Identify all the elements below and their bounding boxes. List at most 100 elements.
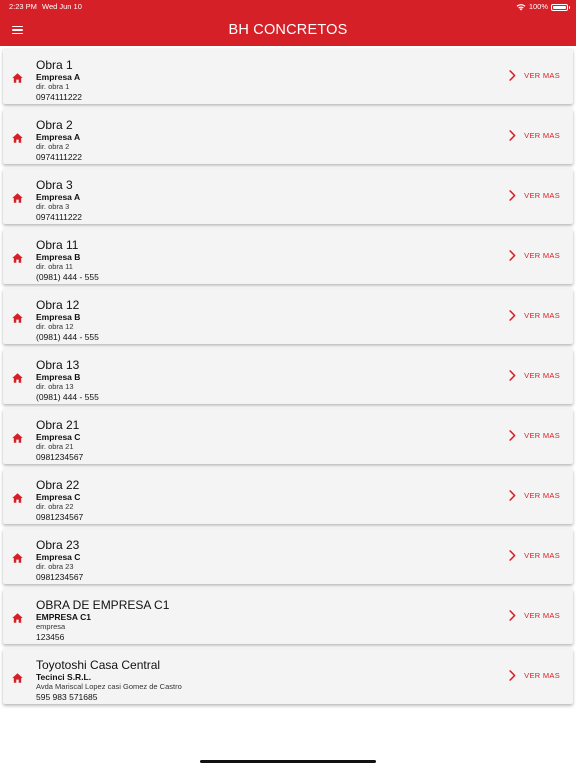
chevron-right-icon xyxy=(509,310,516,321)
chevron-right-icon xyxy=(509,190,516,201)
phone-number: 0981234567 xyxy=(36,512,84,522)
ver-mas-label: VER MAS xyxy=(524,491,560,500)
company-name: Empresa B xyxy=(36,312,81,322)
status-bar: 2:23 PM Wed Jun 10 100% xyxy=(0,0,576,14)
obra-title: Obra 13 xyxy=(36,358,80,372)
obra-address: dir. obra 22 xyxy=(36,502,74,511)
phone-number: 0981234567 xyxy=(36,572,84,582)
ver-mas-button[interactable]: VER MAS xyxy=(509,190,560,201)
list-item-obra[interactable]: Obra 12 Empresa B dir. obra 12 (0981) 44… xyxy=(3,289,573,344)
ver-mas-button[interactable]: VER MAS xyxy=(509,130,560,141)
list-item-text: Obra 23 Empresa C dir. obra 23 098123456… xyxy=(36,538,83,583)
chevron-right-icon xyxy=(509,490,516,501)
ver-mas-label: VER MAS xyxy=(524,71,560,80)
list-item-obra[interactable]: Obra 2 Empresa A dir. obra 2 0974111222 … xyxy=(3,109,573,164)
phone-number: 0974111222 xyxy=(36,92,83,102)
list-item-text: Obra 3 Empresa A dir. obra 3 0974111222 xyxy=(36,178,82,223)
list-item-obra[interactable]: OBRA DE EMPRESA C1 EMPRESA C1 empresa 12… xyxy=(3,589,573,644)
obra-address: dir. obra 3 xyxy=(36,202,70,211)
list-item-obra[interactable]: Obra 13 Empresa B dir. obra 13 (0981) 44… xyxy=(3,349,573,404)
ver-mas-button[interactable]: VER MAS xyxy=(509,550,560,561)
ver-mas-label: VER MAS xyxy=(524,431,560,440)
obra-title: Toyotoshi Casa Central xyxy=(36,658,161,672)
phone-number: 0974111222 xyxy=(36,212,83,222)
list-item-text: Toyotoshi Casa Central Tecinci S.R.L. Av… xyxy=(36,658,182,703)
company-name: Empresa A xyxy=(36,72,81,82)
phone-number: (0981) 444 - 555 xyxy=(36,392,99,402)
chevron-right-icon xyxy=(509,70,516,81)
list-item-obra[interactable]: Obra 3 Empresa A dir. obra 3 0974111222 … xyxy=(3,169,573,224)
phone-number: (0981) 444 - 555 xyxy=(36,272,99,282)
obra-title: Obra 2 xyxy=(36,118,73,132)
obra-address: dir. obra 1 xyxy=(36,82,70,91)
company-name: Empresa A xyxy=(36,132,81,142)
obra-title: Obra 21 xyxy=(36,418,80,432)
company-name: Empresa C xyxy=(36,492,81,502)
home-icon xyxy=(12,673,23,683)
app-header: 2:23 PM Wed Jun 10 100% BH CONCRETOS xyxy=(0,0,576,46)
company-name: Empresa C xyxy=(36,432,81,442)
list-item-text: OBRA DE EMPRESA C1 EMPRESA C1 empresa 12… xyxy=(36,598,169,643)
home-icon xyxy=(12,433,23,443)
home-icon xyxy=(12,133,23,143)
obra-title: Obra 23 xyxy=(36,538,80,552)
status-indicators: 100% xyxy=(516,0,570,14)
ver-mas-button[interactable]: VER MAS xyxy=(509,370,560,381)
home-icon xyxy=(12,193,23,203)
ver-mas-button[interactable]: VER MAS xyxy=(509,310,560,321)
ver-mas-button[interactable]: VER MAS xyxy=(509,670,560,681)
company-name: Empresa B xyxy=(36,372,81,382)
list-item-text: Obra 22 Empresa C dir. obra 22 098123456… xyxy=(36,478,83,523)
home-icon xyxy=(12,313,23,323)
home-indicator[interactable] xyxy=(200,760,376,763)
list-item-obra[interactable]: Obra 1 Empresa A dir. obra 1 0974111222 … xyxy=(3,49,573,104)
home-icon xyxy=(12,253,23,263)
home-icon xyxy=(12,373,23,383)
list-item-obra[interactable]: Obra 21 Empresa C dir. obra 21 098123456… xyxy=(3,409,573,464)
ver-mas-label: VER MAS xyxy=(524,671,560,680)
ver-mas-label: VER MAS xyxy=(524,131,560,140)
chevron-right-icon xyxy=(509,670,516,681)
obra-title: Obra 1 xyxy=(36,58,73,72)
list-item-text: Obra 12 Empresa B dir. obra 12 (0981) 44… xyxy=(36,298,99,343)
ver-mas-label: VER MAS xyxy=(524,311,560,320)
obra-address: dir. obra 11 xyxy=(36,262,73,271)
chevron-right-icon xyxy=(509,430,516,441)
ver-mas-button[interactable]: VER MAS xyxy=(509,250,560,261)
company-name: Empresa C xyxy=(36,552,81,562)
home-icon xyxy=(12,553,23,563)
list-item-text: Obra 1 Empresa A dir. obra 1 0974111222 xyxy=(36,58,82,103)
phone-number: 0981234567 xyxy=(36,452,84,462)
home-icon xyxy=(12,73,23,83)
list-item-obra[interactable]: Obra 22 Empresa C dir. obra 22 098123456… xyxy=(3,469,573,524)
list-item-text: Obra 13 Empresa B dir. obra 13 (0981) 44… xyxy=(36,358,99,403)
obra-address: dir. obra 2 xyxy=(36,142,70,151)
obra-title: Obra 11 xyxy=(36,238,79,252)
obra-address: empresa xyxy=(36,622,66,631)
ver-mas-label: VER MAS xyxy=(524,251,560,260)
obra-address: Avda Mariscal Lopez casi Gomez de Castro xyxy=(36,682,182,691)
list-item-obra[interactable]: Obra 11 Empresa B dir. obra 11 (0981) 44… xyxy=(3,229,573,284)
company-name: EMPRESA C1 xyxy=(36,612,91,622)
company-name: Empresa A xyxy=(36,192,81,202)
chevron-right-icon xyxy=(509,370,516,381)
ver-mas-button[interactable]: VER MAS xyxy=(509,430,560,441)
chevron-right-icon xyxy=(509,610,516,621)
ver-mas-button[interactable]: VER MAS xyxy=(509,490,560,501)
list-item-obra[interactable]: Obra 23 Empresa C dir. obra 23 098123456… xyxy=(3,529,573,584)
company-name: Tecinci S.R.L. xyxy=(36,672,92,682)
ver-mas-button[interactable]: VER MAS xyxy=(509,610,560,621)
ver-mas-label: VER MAS xyxy=(524,551,560,560)
ver-mas-label: VER MAS xyxy=(524,191,560,200)
obra-address: dir. obra 12 xyxy=(36,322,74,331)
ver-mas-button[interactable]: VER MAS xyxy=(509,70,560,81)
battery-icon xyxy=(551,3,570,11)
ver-mas-label: VER MAS xyxy=(524,371,560,380)
wifi-icon xyxy=(516,4,526,11)
phone-number: 0974111222 xyxy=(36,152,83,162)
phone-number: 595 983 571685 xyxy=(36,692,98,702)
battery-percent: 100% xyxy=(528,2,548,11)
obra-title: Obra 12 xyxy=(36,298,80,312)
list-item-obra[interactable]: Toyotoshi Casa Central Tecinci S.R.L. Av… xyxy=(3,649,573,704)
obra-title: OBRA DE EMPRESA C1 xyxy=(36,598,170,612)
